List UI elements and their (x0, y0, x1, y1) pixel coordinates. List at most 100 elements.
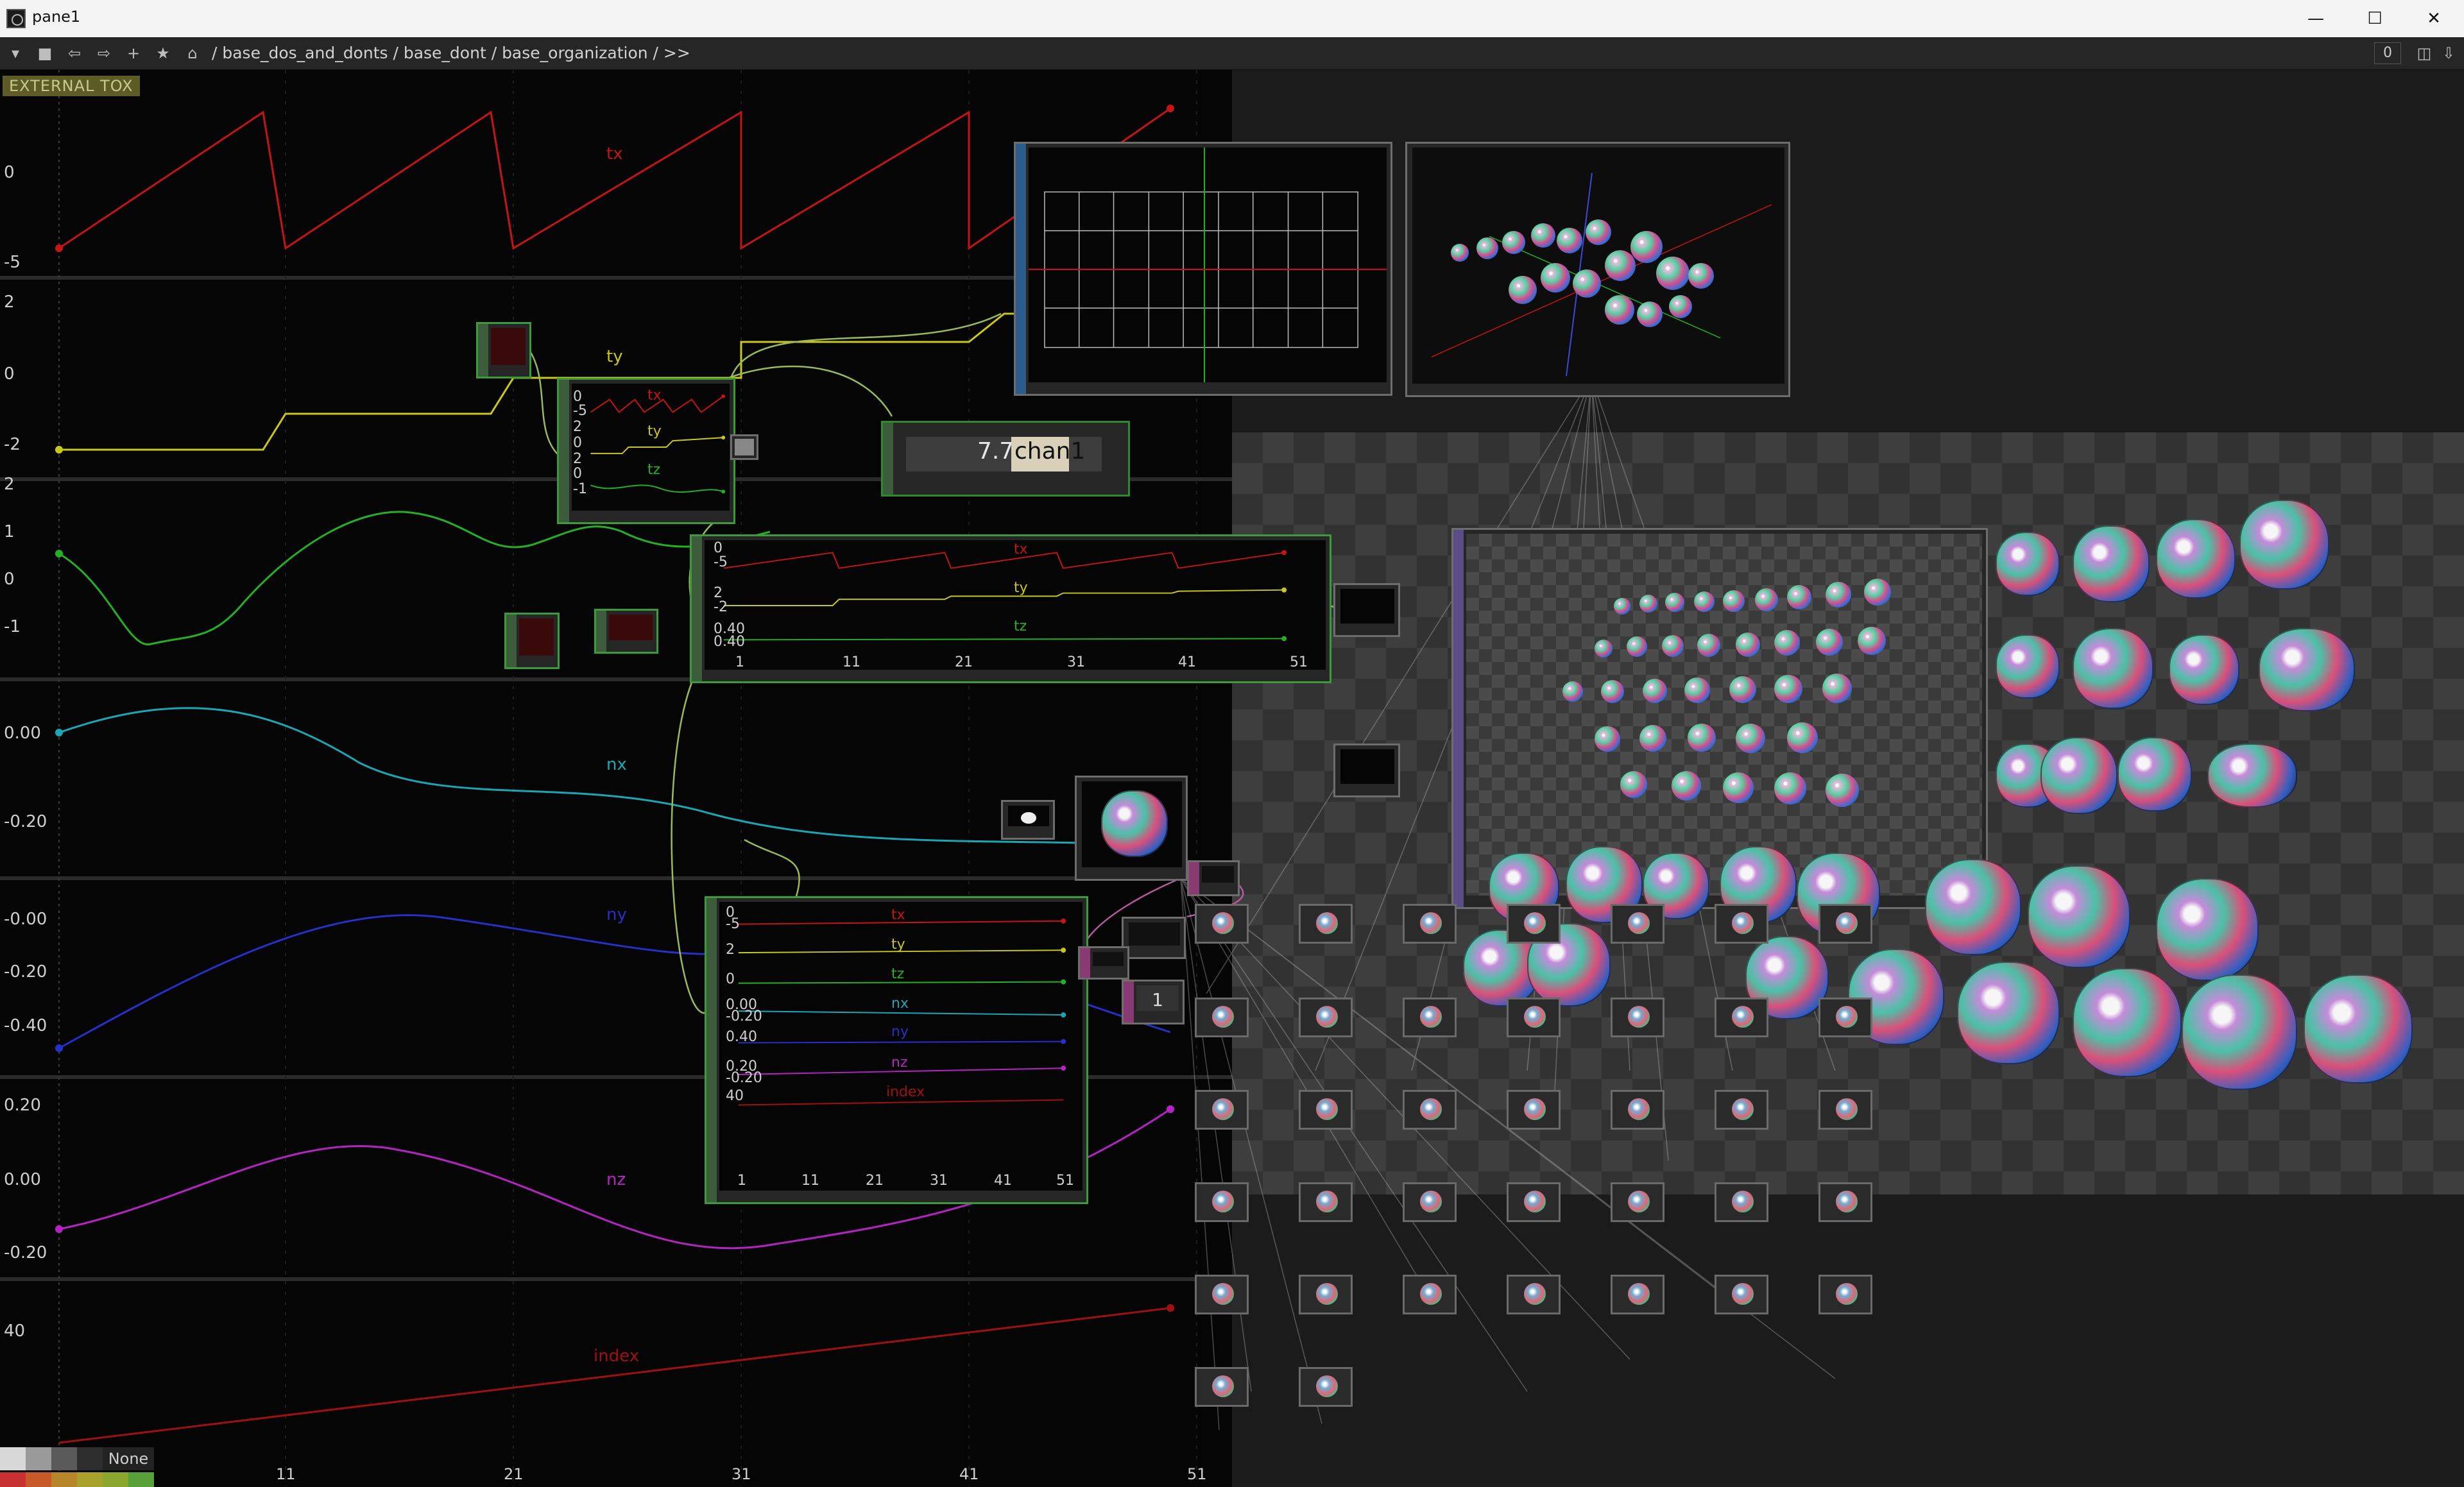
item-tile[interactable] (1715, 1090, 1768, 1130)
palette-swatch[interactable] (128, 1472, 154, 1487)
item-tile[interactable] (1611, 1275, 1664, 1314)
merged-2-x-41: 41 (994, 1173, 1012, 1189)
item-tile[interactable] (1818, 904, 1872, 944)
noise-node-2[interactable] (594, 609, 658, 654)
split-pane-icon[interactable]: ◫ (2413, 42, 2436, 64)
item-tile[interactable] (1299, 1275, 1353, 1314)
palette-swatch[interactable] (26, 1447, 51, 1470)
tz-tick-3: -1 (4, 617, 21, 636)
item-tile[interactable] (1195, 1182, 1249, 1222)
grid-viewer-node[interactable] (1014, 142, 1392, 396)
comp-node-2[interactable] (1122, 917, 1186, 959)
stop-icon[interactable]: ■ (33, 42, 56, 64)
palette-swatch[interactable] (77, 1447, 103, 1470)
maximize-button[interactable]: ☐ (2345, 0, 2404, 37)
item-tile[interactable] (1818, 998, 1872, 1037)
merged-2-label-nx: nx (891, 996, 909, 1012)
ty-tick-1: 0 (4, 364, 15, 384)
item-tile[interactable] (1818, 1275, 1872, 1314)
item-tile[interactable] (1507, 904, 1561, 944)
item-tile[interactable] (1299, 1182, 1353, 1222)
palette-swatch[interactable] (51, 1447, 77, 1470)
item-tile[interactable] (1507, 998, 1561, 1037)
palette-none-button[interactable]: None (103, 1447, 154, 1470)
item-tile[interactable] (1195, 904, 1249, 944)
geometry-viewer-node[interactable] (1405, 142, 1790, 397)
home-icon[interactable]: ⌂ (181, 42, 204, 64)
star-icon[interactable]: ★ (151, 42, 175, 64)
noise-node-1[interactable] (504, 613, 560, 669)
add-icon[interactable]: + (122, 42, 145, 64)
back-arrow-icon[interactable]: ⇦ (63, 42, 86, 64)
item-tile[interactable] (1403, 1182, 1457, 1222)
merged-2-label-ny: ny (891, 1024, 909, 1040)
close-button[interactable]: ✕ (2404, 0, 2463, 37)
chop-node-graph[interactable]: tx ty tz 0 -5 2 0 2 0 -1 (557, 378, 735, 524)
null-viewer-node-1[interactable] (1333, 583, 1400, 637)
item-tile[interactable] (1818, 1090, 1872, 1130)
small-graph-tick-1: -5 (573, 403, 587, 419)
item-tile[interactable] (1403, 1090, 1457, 1130)
replicator-node[interactable]: 1 (1122, 980, 1185, 1024)
item-tile[interactable] (1299, 1090, 1353, 1130)
item-tile[interactable] (1715, 1182, 1768, 1222)
item-tile[interactable] (1611, 998, 1664, 1037)
download-icon[interactable]: ⇩ (2437, 42, 2460, 64)
ny-tick-0: -0.00 (4, 910, 47, 929)
instance-render-node[interactable] (1451, 528, 1988, 909)
palette-swatch[interactable] (103, 1472, 128, 1487)
item-tile[interactable] (1507, 1275, 1561, 1314)
item-tile[interactable] (1611, 904, 1664, 944)
minimize-button[interactable]: — (2286, 0, 2345, 37)
item-tile[interactable] (1195, 1090, 1249, 1130)
network-editor[interactable]: EXTERNAL TOX 0 -5 2 0 -2 2 1 0 -1 0.00 -… (0, 70, 2464, 1487)
merged-2-label-tx: tx (891, 907, 905, 923)
chop-node-red[interactable] (476, 322, 531, 378)
tx-tick-0: 0 (4, 163, 15, 182)
merged-1-label-tx: tx (1014, 541, 1028, 557)
item-tile[interactable] (1715, 998, 1768, 1037)
item-tile[interactable] (1507, 1090, 1561, 1130)
breadcrumb[interactable]: / base_dos_and_donts / base_dont / base_… (212, 44, 690, 62)
null-viewer-node-2[interactable] (1333, 744, 1400, 797)
item-tile[interactable] (1715, 904, 1768, 944)
item-tile[interactable] (1195, 1275, 1249, 1314)
phong-material-node[interactable] (1001, 800, 1055, 840)
merge-node[interactable] (730, 434, 758, 460)
comp-node-3[interactable] (1078, 946, 1129, 980)
item-tile[interactable] (1611, 1182, 1664, 1222)
palette-swatch[interactable] (0, 1472, 26, 1487)
item-tile[interactable] (1299, 998, 1353, 1037)
item-tile[interactable] (1403, 904, 1457, 944)
item-tile[interactable] (1818, 1182, 1872, 1222)
value-display-node[interactable]: 7.727 chan1 (881, 421, 1130, 497)
merged-2-tick-8: 40 (726, 1088, 744, 1104)
item-tile[interactable] (1403, 998, 1457, 1037)
merged-2-x-11: 11 (801, 1173, 819, 1189)
palette-swatch[interactable] (51, 1472, 77, 1487)
forward-arrow-icon[interactable]: ⇨ (92, 42, 116, 64)
item-tile[interactable] (1611, 1090, 1664, 1130)
item-tile[interactable] (1299, 904, 1353, 944)
item-tile[interactable] (1195, 998, 1249, 1037)
item-tile[interactable] (1715, 1275, 1768, 1314)
menu-down-icon[interactable]: ▾ (4, 42, 27, 64)
chop-node-merged-2[interactable]: tx ty tz nx ny nz index 0 -5 2 0 0.00 -0… (705, 896, 1088, 1204)
comp-node-1[interactable] (1187, 860, 1240, 896)
merged-2-label-ty: ty (891, 937, 905, 953)
merged-2-x-1: 1 (737, 1173, 746, 1189)
merged-2-tick-1: -5 (726, 916, 740, 932)
pane-counter[interactable]: 0 (2374, 42, 2401, 64)
item-tile[interactable] (1299, 1367, 1353, 1407)
item-tile[interactable] (1507, 1182, 1561, 1222)
merged-1-tick-1: -5 (714, 554, 728, 570)
item-tile[interactable] (1195, 1367, 1249, 1407)
palette-swatch[interactable] (26, 1472, 51, 1487)
nz-tick-0: 0.20 (4, 1096, 41, 1115)
chop-node-merged-1[interactable]: tx ty tz 0 -5 2 -2 0.40 0.40 1 11 21 31 … (690, 534, 1331, 683)
geometry-master-node[interactable] (1075, 776, 1188, 881)
merged-1-tick-5: 0.40 (714, 634, 745, 650)
item-tile[interactable] (1403, 1275, 1457, 1314)
palette-swatch[interactable] (77, 1472, 103, 1487)
palette-swatch[interactable] (0, 1447, 26, 1470)
